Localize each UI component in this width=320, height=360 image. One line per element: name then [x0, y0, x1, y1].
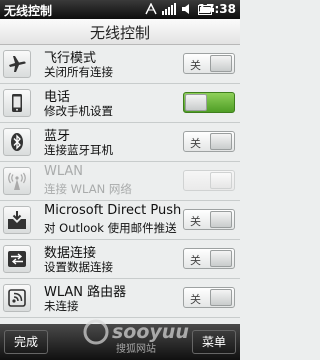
list-item-phone[interactable]: 电话 修改手机设置 [0, 84, 240, 123]
direct-push-toggle[interactable]: 关 开 [183, 209, 235, 230]
list-item-data-connection[interactable]: 数据连接 设置数据连接 关 开 [0, 240, 240, 279]
watermark-tagline: 搜狐网站 [116, 342, 156, 355]
list-item-airplane-mode[interactable]: 飞行模式 关闭所有连接 关 开 [0, 45, 240, 84]
row-title: Microsoft Direct Push [44, 203, 182, 218]
toggle-off-label: 关 [190, 59, 201, 72]
row-subtitle: 未连接 [44, 299, 79, 313]
watermark-logo: sooyuu 搜狐网站 [83, 319, 189, 355]
data-connection-toggle[interactable]: 关 开 [183, 248, 235, 269]
toggle-off-label: 关 [190, 254, 201, 267]
wlan-router-toggle[interactable]: 关 开 [183, 287, 235, 308]
phone-toggle[interactable] [183, 92, 235, 113]
volume-icon [181, 0, 193, 19]
bluetooth-toggle[interactable]: 关 开 [183, 131, 235, 152]
data-connection-icon [3, 245, 31, 273]
page-header: 无线控制 [0, 19, 240, 45]
connectivity-icon [145, 0, 157, 19]
airplane-icon [3, 50, 31, 78]
list-item-wlan-router[interactable]: WLAN 路由器 未连接 关 开 [0, 279, 240, 318]
done-button[interactable]: 完成 [4, 330, 48, 354]
row-subtitle: 连接 WLAN 网络 [44, 182, 132, 196]
list-item-wlan: WLAN 连接 WLAN 网络 [0, 162, 240, 201]
phone-icon [3, 89, 31, 117]
row-title: WLAN [44, 164, 84, 179]
row-subtitle: 对 Outlook 使用邮件推送 [44, 221, 177, 235]
toggle-knob [210, 55, 232, 72]
toggle-knob [210, 133, 232, 150]
wifi-tower-icon [3, 167, 31, 195]
toggle-off-label: 关 [190, 293, 201, 306]
toggle-knob [210, 250, 232, 267]
wlan-toggle [183, 170, 235, 191]
status-time: 17:38 [197, 2, 236, 16]
row-subtitle: 修改手机设置 [44, 104, 113, 118]
airplane-mode-toggle[interactable]: 关 开 [183, 53, 235, 74]
wlan-router-icon [3, 284, 31, 312]
toggle-knob [210, 289, 232, 306]
toggle-knob [185, 94, 207, 111]
toggle-off-label: 关 [190, 137, 201, 150]
signal-icon [162, 0, 176, 19]
toggle-knob [210, 172, 232, 189]
status-bar: 无线控制 17:38 [0, 0, 240, 19]
row-subtitle: 关闭所有连接 [44, 65, 113, 79]
list-item-bluetooth[interactable]: 蓝牙 连接蓝牙耳机 关 开 [0, 123, 240, 162]
toggle-off-label: 关 [190, 215, 201, 228]
watermark-brand: sooyuu [112, 321, 189, 343]
status-bar-title: 无线控制 [4, 4, 53, 18]
list-item-direct-push[interactable]: Microsoft Direct Push 对 Outlook 使用邮件推送 关… [0, 201, 240, 240]
toggle-knob [210, 211, 232, 228]
page-title: 无线控制 [89, 24, 150, 42]
settings-list: 飞行模式 关闭所有连接 关 开 电话 修改手机设置 蓝牙 连接蓝牙耳机 关 开 [0, 45, 240, 318]
row-subtitle: 设置数据连接 [44, 260, 113, 274]
push-mail-icon [3, 206, 31, 234]
bluetooth-icon [3, 128, 31, 156]
row-subtitle: 连接蓝牙耳机 [44, 143, 113, 157]
